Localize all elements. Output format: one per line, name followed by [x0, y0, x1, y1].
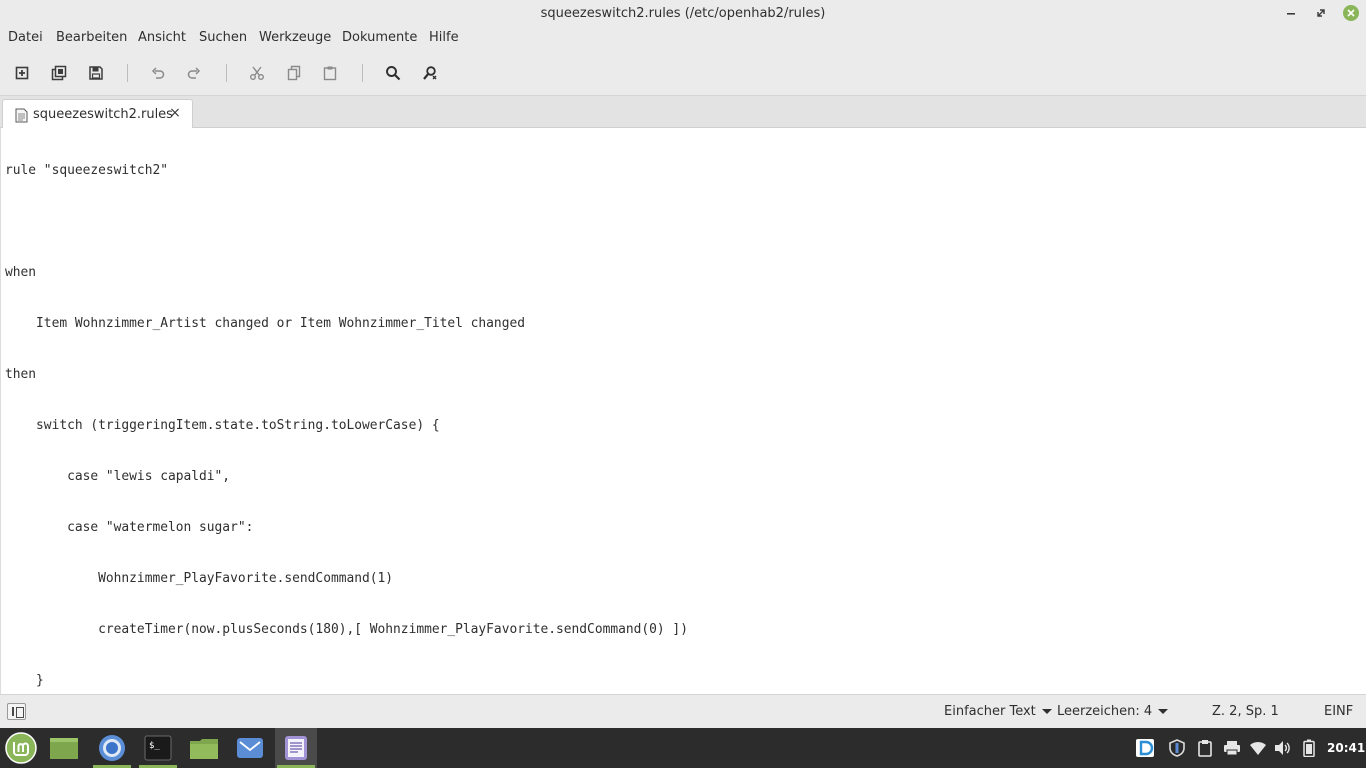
close-icon	[1343, 5, 1359, 21]
title-bar: squeezeswitch2.rules (/etc/openhab2/rule…	[0, 0, 1366, 28]
open-document-icon	[51, 65, 67, 81]
paste-icon	[323, 66, 337, 81]
cut-button[interactable]	[245, 61, 269, 85]
save-icon	[89, 66, 103, 80]
text-editor-icon	[285, 736, 307, 760]
update-manager-icon	[1136, 739, 1154, 757]
undo-button[interactable]	[146, 61, 170, 85]
tab-close-icon[interactable]: ×	[168, 105, 182, 121]
search-icon	[386, 66, 401, 81]
folder-icon	[190, 739, 218, 759]
svg-text:$_: $_	[149, 741, 160, 751]
code-line: Wohnzimmer_PlayFavorite.sendCommand(1)	[5, 571, 394, 586]
side-panel-toggle-icon[interactable]	[7, 703, 26, 720]
replace-icon	[423, 66, 437, 80]
toolbar-separator	[127, 64, 128, 82]
text-editor[interactable]: rule "squeezeswitch2" when Item Wohnzimm…	[0, 128, 1366, 739]
paste-button[interactable]	[318, 61, 342, 85]
terminal-icon: $_	[144, 735, 172, 761]
syntax-label: Einfacher Text	[944, 704, 1036, 719]
update-manager-tray-icon[interactable]	[1135, 738, 1155, 758]
taskbar-chromium[interactable]	[91, 728, 133, 768]
code-line: rule "squeezeswitch2"	[5, 163, 168, 178]
syntax-highlight-dropdown[interactable]: Einfacher Text	[944, 704, 1052, 719]
code-line: }	[5, 673, 44, 688]
new-document-icon	[15, 66, 29, 80]
clock[interactable]: 20:41	[1327, 741, 1365, 755]
code-line: case "watermelon sugar":	[5, 520, 254, 535]
text-file-icon	[15, 108, 28, 123]
menu-bearbeiten[interactable]: Bearbeiten	[56, 30, 127, 45]
toolbar-separator	[362, 64, 363, 82]
menu-hilfe[interactable]: Hilfe	[429, 30, 459, 45]
taskbar-text-editor[interactable]	[275, 728, 317, 768]
volume-tray-icon[interactable]	[1273, 738, 1293, 758]
copy-icon	[287, 65, 301, 81]
wifi-icon	[1250, 741, 1266, 755]
minimize-button[interactable]	[1281, 4, 1301, 22]
maximize-button[interactable]	[1311, 4, 1331, 22]
minimize-icon	[1287, 13, 1295, 15]
menu-werkzeuge[interactable]: Werkzeuge	[259, 30, 331, 45]
indent-width-dropdown[interactable]: Leerzeichen: 4	[1057, 704, 1169, 719]
search-button[interactable]	[381, 61, 405, 85]
mint-logo-icon	[5, 732, 37, 764]
insert-mode: EINF	[1324, 704, 1354, 719]
desktop-icon	[50, 738, 78, 759]
code-line: when	[5, 265, 37, 280]
chevron-down-icon	[1041, 709, 1052, 714]
tab-label: squeezeswitch2.rules	[33, 107, 173, 122]
status-bar: Einfacher Text Leerzeichen: 4 Z. 2, Sp. …	[0, 694, 1366, 728]
redo-icon	[187, 67, 201, 79]
battery-icon	[1303, 739, 1315, 757]
taskbar-terminal[interactable]: $_	[137, 728, 179, 768]
printer-tray-icon[interactable]	[1222, 738, 1242, 758]
redo-button[interactable]	[182, 61, 206, 85]
taskbar: $_ 20:41	[0, 728, 1366, 768]
save-button[interactable]	[84, 61, 108, 85]
undo-icon	[151, 67, 165, 79]
menu-dokumente[interactable]: Dokumente	[342, 30, 417, 45]
tab-squeezeswitch2-rules[interactable]: squeezeswitch2.rules ×	[2, 99, 193, 129]
start-menu-button[interactable]	[0, 728, 42, 768]
clipboard-tray-icon[interactable]	[1195, 738, 1215, 758]
code-line: Item Wohnzimmer_Artist changed or Item W…	[5, 316, 525, 331]
chevron-down-icon	[1158, 709, 1169, 714]
menu-datei[interactable]: Datei	[8, 30, 43, 45]
code-line: then	[5, 367, 37, 382]
open-document-button[interactable]	[47, 61, 71, 85]
maximize-icon	[1317, 9, 1325, 17]
cut-icon	[250, 66, 264, 80]
menu-suchen[interactable]: Suchen	[199, 30, 247, 45]
indent-label: Leerzeichen: 4	[1057, 704, 1153, 719]
code-line: switch (triggeringItem.state.toString.to…	[5, 418, 440, 433]
volume-icon	[1275, 741, 1290, 755]
chromium-icon	[99, 735, 125, 761]
toolbar	[0, 50, 1366, 96]
clipboard-icon	[1198, 740, 1212, 757]
copy-button[interactable]	[282, 61, 306, 85]
replace-button[interactable]	[418, 61, 442, 85]
shield-icon	[1169, 739, 1185, 757]
menu-ansicht[interactable]: Ansicht	[138, 30, 186, 45]
tab-bar: squeezeswitch2.rules ×	[0, 96, 1366, 129]
network-tray-icon[interactable]	[1248, 738, 1268, 758]
battery-tray-icon[interactable]	[1299, 738, 1319, 758]
code-line: createTimer(now.plusSeconds(180),[ Wohnz…	[5, 622, 688, 637]
new-document-button[interactable]	[10, 61, 34, 85]
window-title: squeezeswitch2.rules (/etc/openhab2/rule…	[540, 6, 826, 21]
menu-bar: Datei Bearbeiten Ansicht Suchen Werkzeug…	[0, 28, 1366, 50]
mail-icon	[237, 738, 263, 758]
toolbar-separator	[226, 64, 227, 82]
code-line: case "lewis capaldi",	[5, 469, 231, 484]
taskbar-files[interactable]	[183, 728, 225, 768]
close-button[interactable]	[1341, 4, 1361, 22]
show-desktop-button[interactable]	[43, 728, 85, 768]
shield-tray-icon[interactable]	[1167, 738, 1187, 758]
cursor-position: Z. 2, Sp. 1	[1212, 704, 1279, 719]
printer-icon	[1224, 741, 1240, 756]
code-content: rule "squeezeswitch2" when Item Wohnzimm…	[5, 128, 688, 768]
taskbar-mail[interactable]	[229, 728, 271, 768]
